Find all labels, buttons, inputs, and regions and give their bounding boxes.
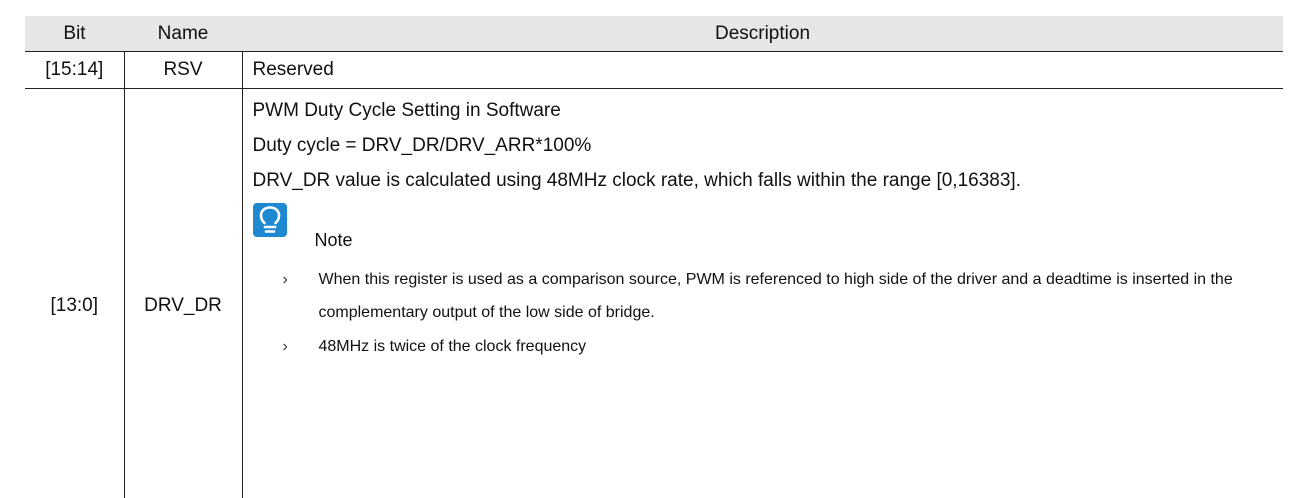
table-row: [13:0] DRV_DR PWM Duty Cycle Setting in … [25, 89, 1283, 498]
table-row: [15:14] RSV Reserved [25, 52, 1283, 89]
cell-bit: [13:0] [25, 89, 124, 498]
header-description: Description [242, 16, 1283, 52]
note-title: Note [315, 225, 353, 255]
note-list: › When this register is used as a compar… [253, 263, 1284, 363]
description-line: DRV_DR value is calculated using 48MHz c… [253, 163, 1284, 198]
list-item: › When this register is used as a compar… [253, 263, 1284, 329]
cell-description: PWM Duty Cycle Setting in Software Duty … [242, 89, 1283, 498]
header-bit: Bit [25, 16, 124, 52]
chevron-right-icon: › [283, 263, 297, 296]
note-header: Note [253, 203, 1284, 263]
cell-description: Reserved [242, 52, 1283, 89]
list-item: › 48MHz is twice of the clock frequency [253, 330, 1284, 363]
table-header: Bit Name Description [25, 16, 1283, 52]
cell-name: RSV [124, 52, 242, 89]
description-line: PWM Duty Cycle Setting in Software [253, 93, 1284, 128]
note-item-text: 48MHz is twice of the clock frequency [319, 338, 587, 355]
note-item-text: When this register is used as a comparis… [319, 271, 1233, 321]
table-body: [15:14] RSV Reserved [13:0] DRV_DR PWM D… [25, 52, 1283, 498]
header-name: Name [124, 16, 242, 52]
lightbulb-icon [253, 203, 287, 237]
register-table: Bit Name Description [15:14] RSV Reserve… [25, 16, 1283, 498]
cell-bit: [15:14] [25, 52, 124, 89]
description-line: Duty cycle = DRV_DR/DRV_ARR*100% [253, 128, 1284, 163]
chevron-right-icon: › [283, 330, 297, 363]
cell-name: DRV_DR [124, 89, 242, 498]
